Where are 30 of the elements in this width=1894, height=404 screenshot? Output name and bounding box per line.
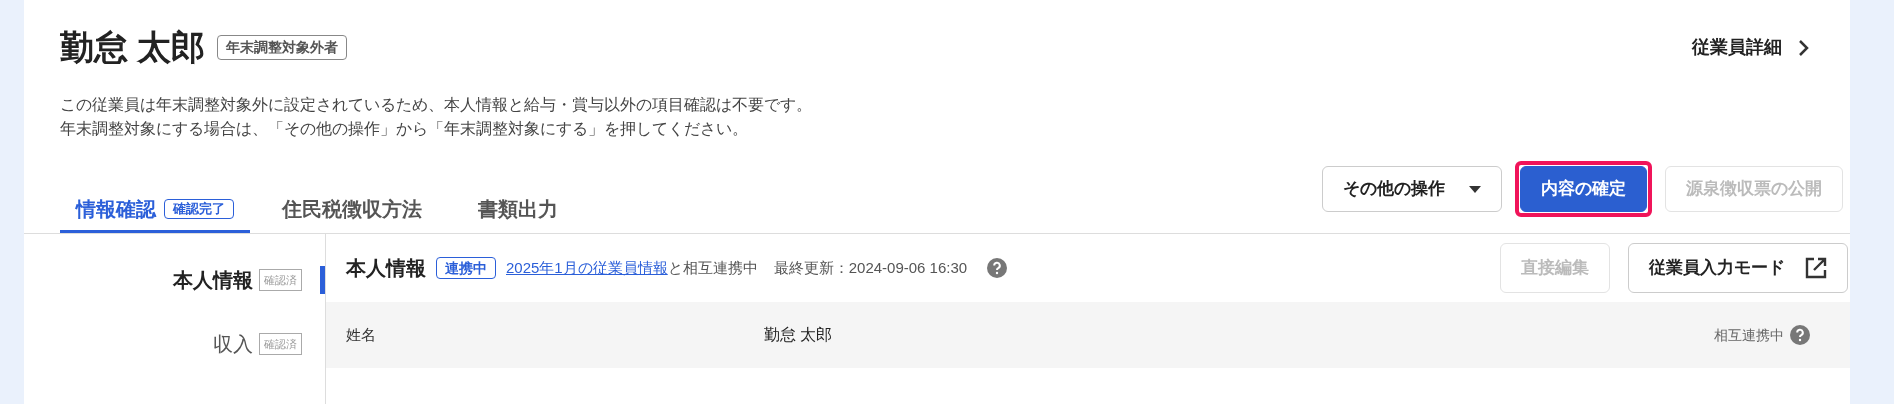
more-actions-dropdown[interactable]: その他の操作 — [1322, 166, 1502, 212]
caret-icon — [1469, 185, 1481, 193]
help-icon[interactable] — [1790, 325, 1810, 345]
sidebar-item[interactable]: 収入 — [213, 329, 253, 359]
input-mode-button[interactable]: 従業員入力モード — [1628, 243, 1848, 293]
help-icon[interactable] — [987, 258, 1008, 278]
sync-badge: 連携中 — [436, 257, 496, 279]
confirmed-badge: 確認済 — [259, 333, 302, 355]
employee-detail-link[interactable]: 従業員詳細 — [1692, 34, 1810, 61]
tab[interactable]: 書類出力 — [462, 194, 574, 233]
status-badge: 年末調整対象外者 — [217, 35, 348, 60]
field-label: 姓名 — [346, 324, 377, 345]
employee-info-link[interactable]: 2025年1月の従業員情報 — [506, 258, 668, 276]
last-updated-text: 最終更新：2024-09-06 16:30 — [773, 257, 968, 278]
sync-status: 相互連携中 — [1714, 325, 1784, 345]
sync-text: 2025年1月の従業員情報と相互連携中 — [506, 257, 758, 278]
employee-name: 勤怠 太郎 — [60, 27, 206, 68]
field-value: 勤怠 太郎 — [764, 325, 834, 345]
sidebar-item[interactable]: 本人情報 — [173, 265, 253, 295]
tab[interactable]: 住民税徴収方法 — [266, 194, 438, 233]
external-link-icon — [1805, 257, 1827, 279]
action-button[interactable]: 内容の確定 — [1520, 166, 1647, 212]
confirmed-badge: 確認済 — [259, 269, 302, 291]
chevron-right-icon — [1798, 38, 1810, 57]
notice-text: 年末調整対象にする場合は、「その他の操作」から「年末調整対象にする」を押してください。 — [60, 119, 749, 139]
tab[interactable]: 情報確認 確認完了 — [60, 194, 250, 233]
active-indicator — [320, 266, 325, 294]
tab-badge: 確認完了 — [164, 199, 234, 219]
section-title: 本人情報 — [346, 256, 426, 281]
notice-text: この従業員は年末調整対象外に設定されているため、本人情報と給与・賞与以外の項目確認は不要です。 — [60, 95, 813, 115]
